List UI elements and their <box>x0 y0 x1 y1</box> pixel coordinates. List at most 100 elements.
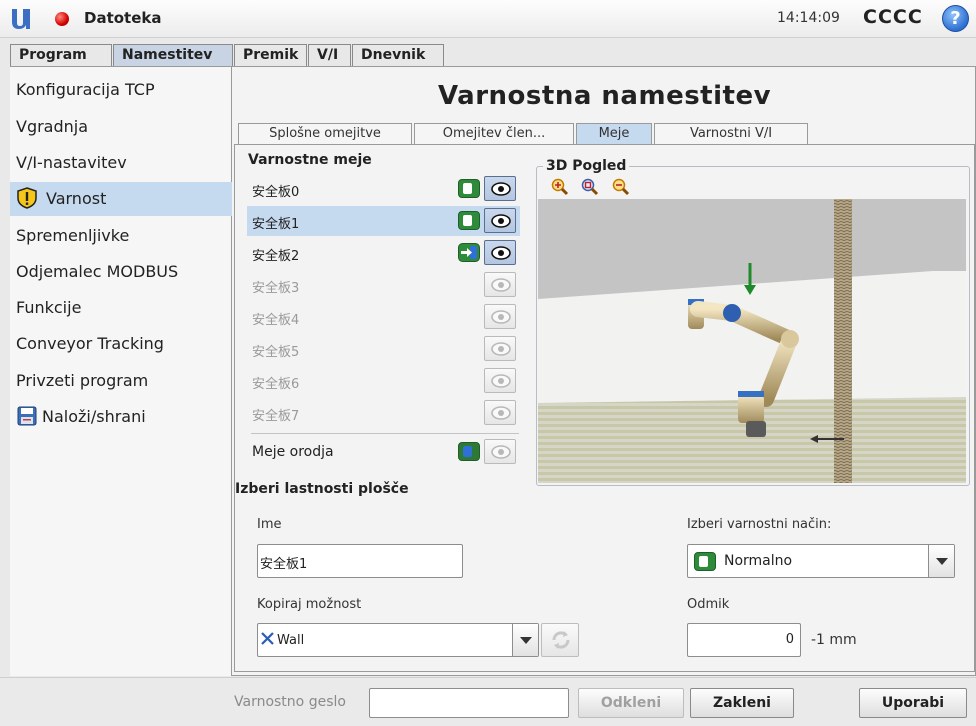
sidebar-item-tcp[interactable]: Konfiguracija TCP <box>10 73 232 107</box>
footer-bar: Varnostno geslo Odkleni Zakleni Uporabi <box>0 677 976 726</box>
eye-icon <box>491 445 511 459</box>
help-button[interactable]: ? <box>942 5 969 32</box>
unlock-button[interactable]: Odkleni <box>578 688 684 718</box>
eye-icon <box>491 342 511 356</box>
view3d-canvas[interactable] <box>538 199 966 483</box>
eye-icon <box>491 182 511 196</box>
safety-mode-select[interactable]: Normalno <box>687 544 955 578</box>
save-disk-icon <box>17 406 37 425</box>
plane-name: 安全板1 <box>252 217 300 232</box>
sidebar-item-features[interactable]: Funkcije <box>10 291 232 325</box>
normal-mode-icon[interactable] <box>458 211 480 230</box>
zoom-out-icon[interactable] <box>612 178 630 196</box>
tab-namestitev[interactable]: Namestitev <box>113 44 233 66</box>
visibility-toggle[interactable] <box>484 240 516 265</box>
visibility-toggle[interactable] <box>484 272 516 297</box>
password-input[interactable] <box>369 688 569 718</box>
robot-scene <box>538 199 966 483</box>
sidebar-item-default-program[interactable]: Privzeti program <box>10 364 232 398</box>
list-item[interactable]: 安全板5 <box>247 334 520 364</box>
tab-boundaries[interactable]: Meje <box>576 123 652 144</box>
list-item[interactable]: 安全板6 <box>247 366 520 396</box>
list-item[interactable]: 安全板2 <box>247 238 520 268</box>
tab-premik[interactable]: Premik <box>234 44 307 66</box>
visibility-toggle[interactable] <box>484 304 516 329</box>
plane-name: 安全板5 <box>252 345 300 360</box>
sidebar-item-modbus[interactable]: Odjemalec MODBUS <box>10 255 232 289</box>
plane-name: 安全板3 <box>252 281 300 296</box>
sidebar-item-label: V/I-nastavitev <box>16 153 127 172</box>
plane-name: 安全板7 <box>252 409 300 424</box>
zoom-fit-icon[interactable] <box>581 178 599 196</box>
sidebar-item-label: Spremenljivke <box>16 226 130 245</box>
normal-mode-icon[interactable] <box>458 179 480 198</box>
sidebar-item-label: Konfiguracija TCP <box>16 80 155 99</box>
sidebar-item-load-save[interactable]: Naloži/shrani <box>10 400 232 434</box>
normal-mode-icon <box>694 552 716 571</box>
mode-value: Normalno <box>724 553 793 569</box>
sidebar-item-label: Conveyor Tracking <box>16 334 164 353</box>
sidebar-item-label: Odjemalec MODBUS <box>16 262 179 281</box>
zoom-controls <box>551 178 638 200</box>
sidebar-item-variables[interactable]: Spremenljivke <box>10 219 232 253</box>
visibility-toggle[interactable] <box>484 208 516 233</box>
tab-joint-limits[interactable]: Omejitev člen... <box>414 123 574 144</box>
sidebar-item-label: Vgradnja <box>16 117 89 136</box>
tool-limits-row[interactable]: Meje orodja <box>247 437 520 467</box>
offset-value: 0 <box>785 632 794 647</box>
sidebar-item-io-setup[interactable]: V/I-nastavitev <box>10 146 232 180</box>
visibility-toggle[interactable] <box>484 336 516 361</box>
warning-shield-icon <box>17 186 37 209</box>
list-item[interactable]: 安全板7 <box>247 398 520 428</box>
zoom-in-icon[interactable] <box>551 178 569 196</box>
sidebar-item-conveyor[interactable]: Conveyor Tracking <box>10 327 232 361</box>
sidebar-item-safety[interactable]: Varnost <box>10 182 232 216</box>
sidebar-item-label: Naloži/shrani <box>42 407 146 426</box>
name-field[interactable]: 安全板1 <box>257 544 463 578</box>
page-title: Varnostna namestitev <box>437 81 772 111</box>
sidebar-item-label: Funkcije <box>16 298 82 317</box>
name-label: Ime <box>257 517 282 532</box>
sidebar-item-label: Varnost <box>46 189 107 208</box>
lock-button[interactable]: Zakleni <box>690 688 794 718</box>
list-item[interactable]: 安全板4 <box>247 302 520 332</box>
divider <box>251 433 519 434</box>
offset-input[interactable]: 0 <box>687 623 801 657</box>
chevron-down-icon[interactable] <box>512 624 538 656</box>
tab-program[interactable]: Program <box>10 44 112 66</box>
visibility-toggle[interactable] <box>484 176 516 201</box>
refresh-button[interactable] <box>541 623 579 657</box>
copy-select-value: Wall <box>261 632 304 648</box>
eye-icon <box>491 214 511 228</box>
tab-vi[interactable]: V/I <box>308 44 351 66</box>
apply-button[interactable]: Uporabi <box>859 688 967 718</box>
tab-dnevnik[interactable]: Dnevnik <box>352 44 444 66</box>
copy-select[interactable]: Wall <box>257 623 539 657</box>
chevron-down-icon[interactable] <box>928 545 954 577</box>
clock-text: 14:14:09 <box>777 10 840 26</box>
wall-icon <box>261 632 274 645</box>
visibility-toggle[interactable] <box>484 368 516 393</box>
list-item[interactable]: 安全板3 <box>247 270 520 300</box>
plane-name: 安全板6 <box>252 377 300 392</box>
tool-mode-icon[interactable] <box>458 442 480 461</box>
sidebar-item-mounting[interactable]: Vgradnja <box>10 110 232 144</box>
list-item[interactable]: 安全板1 <box>247 206 520 236</box>
reduced-trigger-icon[interactable] <box>458 243 480 262</box>
visibility-toggle[interactable] <box>484 439 516 464</box>
file-menu[interactable]: Datoteka <box>84 9 162 27</box>
tab-safety-io[interactable]: Varnostni V/I <box>654 123 808 144</box>
tab-general-limits[interactable]: Splošne omejitve <box>238 123 412 144</box>
copy-label: Kopiraj možnost <box>257 597 362 612</box>
visibility-toggle[interactable] <box>484 400 516 425</box>
offset-unit: -1 mm <box>811 632 857 648</box>
boundaries-heading: Varnostne meje <box>248 152 372 168</box>
safety-content: Varnostna namestitev Splošne omejitve Om… <box>234 67 975 674</box>
plane-name: 安全板2 <box>252 249 300 264</box>
list-item[interactable]: 安全板0 <box>247 174 520 204</box>
boundaries-panel: Varnostne meje 安全板0 安全板1 安全板2 安全板3 安全板4 … <box>234 144 975 672</box>
eye-icon <box>491 310 511 324</box>
ur-logo-icon <box>12 9 30 29</box>
tool-limits-label: Meje orodja <box>252 444 334 460</box>
sidebar-item-label: Privzeti program <box>16 371 149 390</box>
